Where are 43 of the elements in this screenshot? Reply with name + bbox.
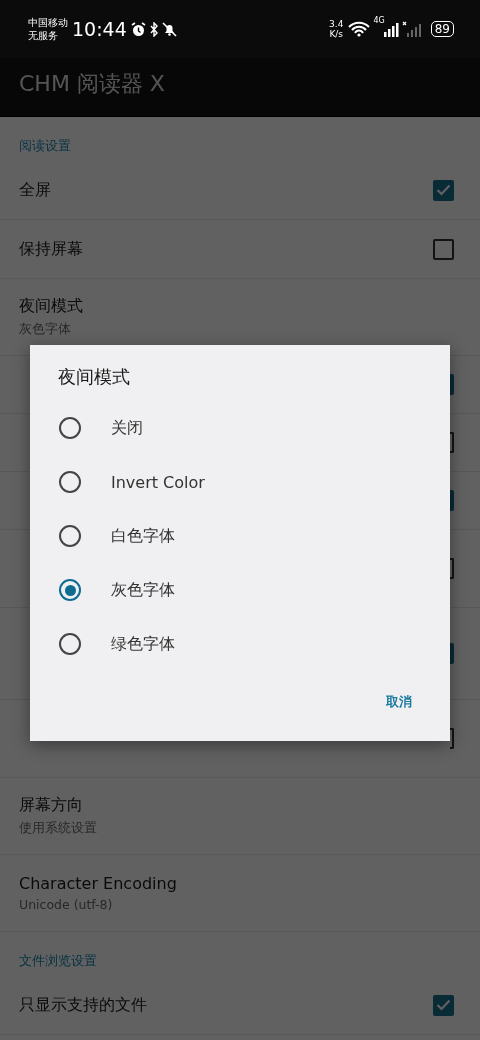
radio-option[interactable]: 白色字体 <box>30 509 450 563</box>
radio-button[interactable] <box>59 525 81 547</box>
setting-summary: Unicode (utf-8) <box>19 897 114 912</box>
muted-bell-icon <box>161 21 177 37</box>
bluetooth-icon <box>148 21 159 37</box>
speed-value: 3.4 <box>329 19 344 29</box>
network-type: 4G <box>373 16 385 25</box>
setting-title: 夜间模式 <box>19 296 84 317</box>
radio-option[interactable]: 灰色字体 <box>30 563 450 617</box>
section-header: 文件浏览设置 <box>18 952 98 970</box>
app-title: CHM 阅读器 X <box>19 70 165 98</box>
setting-summary: 灰色字体 <box>19 321 72 338</box>
checkbox[interactable] <box>450 374 454 395</box>
service-status: 无服务 <box>28 29 59 42</box>
checkbox[interactable] <box>433 179 454 201</box>
checkbox[interactable] <box>433 238 454 260</box>
radio-option[interactable]: 绿色字体 <box>30 617 450 671</box>
section-header: 阅读设置 <box>18 137 72 155</box>
radio-button[interactable] <box>59 579 81 601</box>
checkmark-icon <box>436 999 451 1011</box>
dialog-title: 夜间模式 <box>58 365 130 389</box>
clock-time: 10:44 <box>72 18 127 40</box>
speed-unit: K/s <box>329 29 344 39</box>
radio-option[interactable]: 关闭 <box>30 401 450 455</box>
setting-title: 只显示支持的文件 <box>19 994 148 1016</box>
battery-level: 89 <box>430 21 454 37</box>
setting-title: 保持屏幕 <box>19 238 84 260</box>
alarm-clock-icon <box>130 21 146 37</box>
checkmark-icon <box>436 184 451 196</box>
checkbox[interactable] <box>450 643 454 664</box>
radio-button[interactable] <box>59 471 81 493</box>
cancel-button[interactable]: 取消 <box>378 689 420 715</box>
setting-title: 全屏 <box>19 179 52 201</box>
carrier-name: 中国移动 <box>28 16 68 29</box>
no-signal-bars-icon <box>401 21 422 37</box>
checkbox[interactable] <box>433 994 454 1016</box>
setting-title: 屏幕方向 <box>19 795 84 816</box>
radio-button[interactable] <box>59 417 81 439</box>
radio-option[interactable]: Invert Color <box>30 455 450 509</box>
checkbox[interactable] <box>450 490 454 511</box>
wifi-icon <box>348 21 371 37</box>
radio-button[interactable] <box>59 633 81 655</box>
setting-title: Character Encoding <box>19 874 178 893</box>
